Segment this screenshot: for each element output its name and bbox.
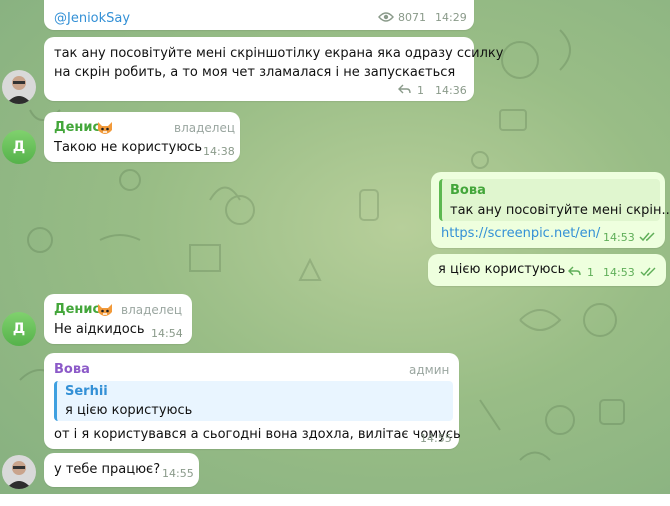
message-bubble: @JeniokSay 8071 14:29 [44, 0, 474, 30]
message-time: 14:38 [203, 145, 235, 158]
fox-emoji-icon [96, 119, 114, 141]
message-bubble: у тебе працює? 14:55 [44, 453, 199, 487]
message-time: 14:54 [151, 327, 183, 340]
mention-link[interactable]: @JeniokSay [54, 10, 130, 27]
avatar-letter-denis[interactable]: Д [2, 130, 36, 164]
fox-emoji-icon [96, 301, 114, 323]
message-bubble: Денис владелец Не аідкидось 14:54 [44, 294, 192, 344]
reply-count[interactable]: 1 [587, 266, 594, 280]
outgoing-message-bubble: я цією користуюсь 1 14:53 [428, 254, 666, 286]
message-time: 14:29 [435, 11, 467, 24]
message-text-line: так ану посовітуйте мені скріншотілку ек… [54, 46, 504, 61]
member-role: админ [409, 363, 450, 377]
view-count: 8071 [398, 11, 426, 24]
message-text: Не аідкидось [54, 322, 145, 337]
outgoing-message-bubble: Вова так ану посовітуйте мені скрін... h… [431, 172, 670, 248]
message-time: 14:36 [435, 84, 467, 97]
avatar[interactable] [2, 455, 36, 489]
message-time: 14:53 [603, 231, 635, 244]
message-text: Такою не користуюсь [54, 140, 203, 155]
message-text: от і я користувався а сьогодні вона здох… [54, 427, 461, 442]
message-input-bar[interactable] [0, 494, 670, 506]
sender-name[interactable]: Вова [54, 362, 90, 377]
quote-sender: Serhii [65, 384, 108, 399]
double-check-icon [640, 266, 658, 281]
message-time: 14:55 [420, 432, 452, 445]
message-text-line: на скрін робить, а то моя чет зламалася … [54, 65, 456, 80]
member-role: владелец [121, 303, 182, 317]
reply-arrow-icon[interactable] [398, 84, 411, 99]
message-bubble: Вова админ Serhii я цією користуюсь от і… [44, 353, 461, 449]
message-bubble: Денис владелец Такою не користуюсь 14:38 [44, 112, 240, 162]
message-bubble: так ану посовітуйте мені скріншотілку ек… [44, 37, 503, 101]
reply-count[interactable]: 1 [417, 84, 424, 98]
quote-text: я цією користуюсь [65, 403, 193, 418]
sender-name[interactable]: Денис [54, 302, 100, 317]
avatar-letter-denis[interactable]: Д [2, 312, 36, 346]
message-time: 14:53 [603, 266, 635, 279]
quote-text: так ану посовітуйте мені скрін... [450, 203, 670, 218]
message-time: 14:55 [162, 467, 194, 480]
eye-icon [378, 11, 394, 27]
avatar[interactable] [2, 70, 36, 104]
quote-sender: Вова [450, 183, 486, 198]
message-link[interactable]: https://screenpic.net/en/ [441, 225, 600, 242]
message-text: у тебе працює? [54, 462, 161, 477]
reply-quote[interactable]: Вова так ану посовітуйте мені скрін... [439, 179, 670, 221]
sender-name[interactable]: Денис [54, 120, 100, 135]
reply-arrow-icon[interactable] [568, 266, 581, 281]
message-text: я цією користуюсь [438, 262, 566, 277]
member-role: владелец [174, 121, 235, 135]
double-check-icon [639, 231, 657, 246]
reply-quote[interactable]: Serhii я цією користуюсь [54, 381, 453, 421]
